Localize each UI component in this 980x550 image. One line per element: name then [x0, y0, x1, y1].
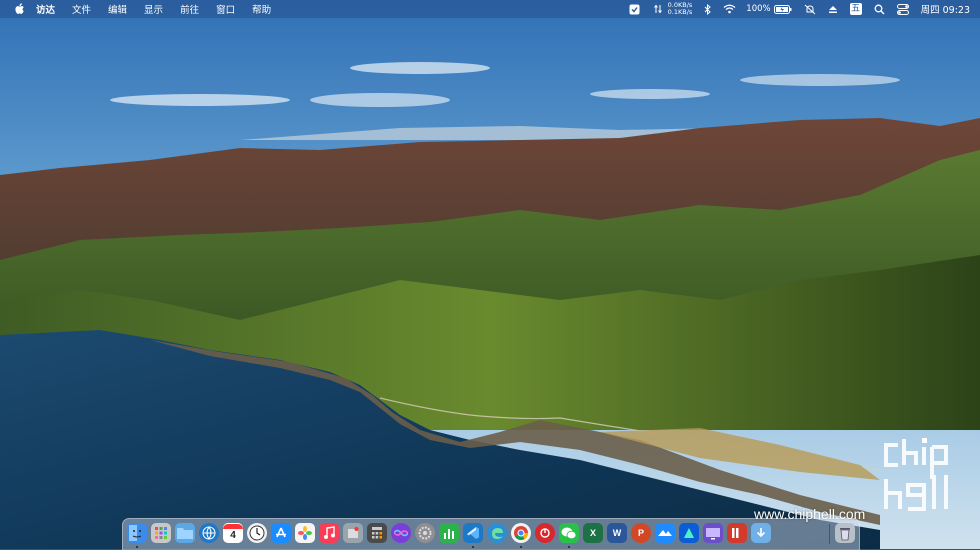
- dock-downloads-icon[interactable]: [751, 523, 771, 543]
- dock-calculator-icon[interactable]: [367, 523, 387, 543]
- network-download-speed: 0.1KB/s: [667, 8, 693, 16]
- dock: 4 X W P: [122, 518, 860, 550]
- dock-music-icon[interactable]: [319, 523, 339, 543]
- transfer-arrows-icon[interactable]: [653, 0, 662, 18]
- dock-calendar-icon[interactable]: 4: [223, 523, 243, 543]
- chiphell-logo: [884, 438, 948, 511]
- dock-numbers-icon[interactable]: [439, 523, 459, 543]
- eject-icon[interactable]: [828, 0, 838, 18]
- apple-menu-icon[interactable]: [14, 3, 26, 15]
- battery-charging-icon[interactable]: [773, 0, 792, 18]
- wechat-running-dot: [568, 546, 570, 548]
- dock-browser-icon[interactable]: [199, 523, 219, 543]
- dock-netease-music-icon[interactable]: [535, 523, 555, 543]
- dock-vscode-icon[interactable]: [463, 523, 483, 543]
- dock-parallels-icon[interactable]: [727, 523, 747, 543]
- menu-help[interactable]: 帮助: [252, 2, 271, 16]
- dock-folder-icon[interactable]: [175, 523, 195, 543]
- finder-running-dot: [136, 546, 138, 548]
- calendar-day: 4: [230, 529, 236, 541]
- search-icon[interactable]: [874, 0, 885, 18]
- dock-preview-icon[interactable]: [343, 523, 363, 543]
- dock-monitor-icon[interactable]: [703, 523, 723, 543]
- network-speed[interactable]: 0.0KB/s 0.1KB/s: [668, 2, 693, 16]
- dock-finder-icon[interactable]: [127, 523, 147, 543]
- dock-wechat-icon[interactable]: [559, 523, 579, 543]
- dock-photos-icon[interactable]: [295, 523, 315, 543]
- dock-siri-icon[interactable]: [391, 523, 411, 543]
- menu-edit[interactable]: 编辑: [108, 2, 127, 16]
- dock-powerpoint-icon[interactable]: P: [631, 523, 651, 543]
- menu-bar: 访达 文件 编辑 显示 前往 窗口 帮助 0.0KB/s 0.1KB/s 100…: [0, 0, 980, 18]
- dock-sourcetree-icon[interactable]: [679, 523, 699, 543]
- menu-finder[interactable]: 访达: [36, 2, 55, 16]
- dock-chrome-icon[interactable]: [511, 523, 531, 543]
- bell-slash-icon[interactable]: [804, 0, 816, 18]
- bluetooth-icon[interactable]: [704, 0, 712, 18]
- dock-separator: [829, 524, 830, 544]
- menu-file[interactable]: 文件: [72, 2, 91, 16]
- wifi-icon[interactable]: [723, 0, 736, 18]
- control-center-icon[interactable]: [896, 0, 909, 18]
- chrome-running-dot: [520, 546, 522, 548]
- menu-window[interactable]: 窗口: [216, 2, 235, 16]
- battery-percent[interactable]: 100%: [746, 4, 770, 14]
- vscode-running-dot: [472, 546, 474, 548]
- menu-go[interactable]: 前往: [180, 2, 199, 16]
- menu-view[interactable]: 显示: [144, 2, 163, 16]
- dock-edge-icon[interactable]: [487, 523, 507, 543]
- dock-excel-icon[interactable]: X: [583, 523, 603, 543]
- input-method-icon[interactable]: 五: [849, 0, 862, 18]
- shield-icon[interactable]: [629, 0, 640, 18]
- input-method-label: 五: [849, 3, 862, 15]
- dock-clock-icon[interactable]: [247, 523, 267, 543]
- dock-lark-icon[interactable]: [655, 523, 675, 543]
- watermark-url: www.chiphell.com: [754, 506, 866, 522]
- menu-clock[interactable]: 周四 09:23: [921, 2, 970, 16]
- dock-trash-icon[interactable]: [835, 523, 855, 543]
- dock-launchpad-icon[interactable]: [151, 523, 171, 543]
- desktop-wallpaper: [0, 0, 980, 549]
- dock-word-icon[interactable]: W: [607, 523, 627, 543]
- dock-app-store-icon[interactable]: [271, 523, 291, 543]
- dock-system-preferences-icon[interactable]: [415, 523, 435, 543]
